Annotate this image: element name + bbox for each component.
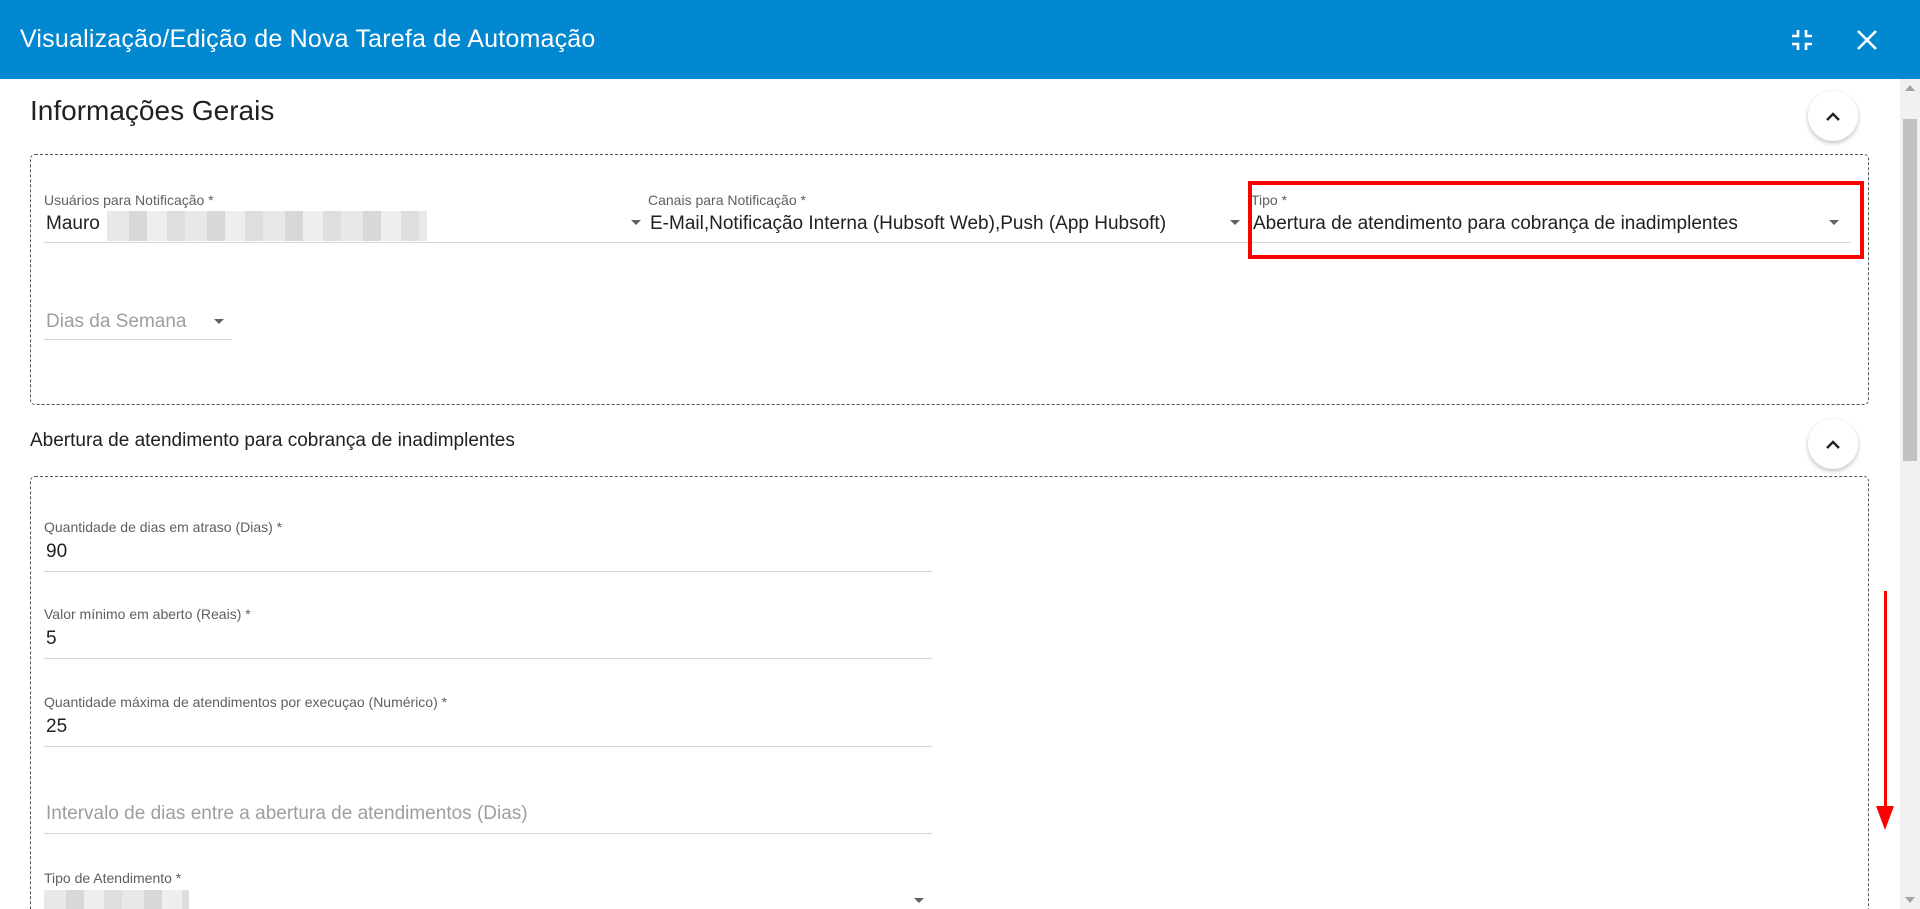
weekdays-select[interactable]: Dias da Semana: [44, 307, 232, 341]
days-late-input[interactable]: Quantidade de dias em atraso (Dias) * 90: [44, 519, 932, 573]
close-button[interactable]: [1847, 20, 1887, 60]
max-tickets-label: Quantidade máxima de atendimentos por ex…: [44, 694, 448, 710]
scroll-up-icon[interactable]: [1905, 85, 1915, 91]
interval-input[interactable]: Intervalo de dias entre a abertura de at…: [44, 797, 932, 835]
chevron-up-icon: [1826, 440, 1840, 449]
min-value-value: 5: [46, 628, 57, 649]
chevron-down-icon: [1230, 220, 1240, 225]
weekdays-placeholder: Dias da Semana: [46, 311, 187, 332]
field-underline: [44, 242, 649, 243]
max-tickets-input[interactable]: Quantidade máxima de atendimentos por ex…: [44, 694, 932, 748]
compress-icon: [1792, 30, 1812, 50]
channels-select[interactable]: Canais para Notificação * E-Mail,Notific…: [648, 192, 1248, 244]
chevron-down-icon: [914, 898, 924, 903]
channels-value: E-Mail,Notificação Interna (Hubsoft Web)…: [650, 213, 1167, 234]
general-panel: Usuários para Notificação * Mauro Canais…: [30, 154, 1869, 405]
channels-label: Canais para Notificação *: [648, 192, 806, 208]
close-icon: [1857, 30, 1877, 50]
users-label: Usuários para Notificação *: [44, 192, 214, 208]
field-underline: [44, 746, 932, 747]
chevron-down-icon: [214, 319, 224, 324]
scroll-down-icon[interactable]: [1905, 897, 1915, 903]
ticket-type-label: Tipo de Atendimento *: [44, 870, 182, 886]
section-title-general: Informações Gerais: [30, 95, 275, 126]
arrow-down-icon: [1876, 806, 1894, 830]
field-underline: [44, 339, 232, 340]
users-value: Mauro: [46, 213, 100, 234]
collapse-billing-button[interactable]: [1808, 419, 1858, 469]
users-select[interactable]: Usuários para Notificação * Mauro: [44, 192, 649, 244]
redacted-block: [44, 890, 189, 909]
dialog-content[interactable]: Informações Gerais Usuários para Notific…: [0, 79, 1900, 909]
chevron-down-icon: [631, 220, 641, 225]
field-underline: [44, 571, 932, 572]
highlight-box: [1248, 181, 1864, 259]
redacted-block: [107, 211, 427, 241]
min-value-input[interactable]: Valor mínimo em aberto (Reais) * 5: [44, 606, 932, 660]
days-late-label: Quantidade de dias em atraso (Dias) *: [44, 519, 283, 535]
ticket-type-select[interactable]: Tipo de Atendimento *: [44, 870, 932, 909]
max-tickets-value: 25: [46, 716, 68, 737]
field-underline: [648, 242, 1248, 243]
field-underline: [44, 658, 932, 659]
field-underline: [44, 833, 932, 834]
interval-placeholder: Intervalo de dias entre a abertura de at…: [46, 803, 528, 824]
chevron-up-icon: [1826, 112, 1840, 121]
collapse-general-button[interactable]: [1808, 91, 1858, 141]
dialog-title: Visualização/Edição de Nova Tarefa de Au…: [20, 25, 596, 53]
vertical-scrollbar[interactable]: [1900, 79, 1920, 909]
section-title-billing: Abertura de atendimento para cobrança de…: [30, 430, 515, 451]
days-late-value: 90: [46, 541, 68, 562]
scroll-thumb[interactable]: [1903, 119, 1917, 461]
annotation-arrow: [1884, 591, 1887, 811]
minimize-button[interactable]: [1782, 20, 1822, 60]
billing-panel: Quantidade de dias em atraso (Dias) * 90…: [30, 476, 1869, 909]
min-value-label: Valor mínimo em aberto (Reais) *: [44, 606, 251, 622]
dialog-header: Visualização/Edição de Nova Tarefa de Au…: [0, 0, 1920, 79]
